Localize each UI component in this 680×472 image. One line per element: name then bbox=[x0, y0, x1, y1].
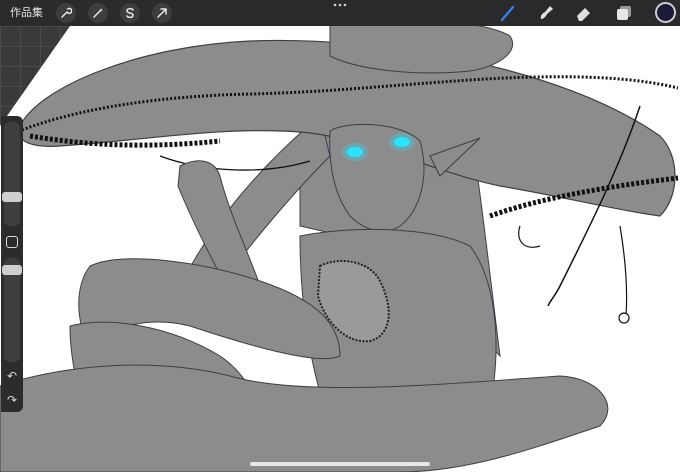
artwork-canvas[interactable] bbox=[0, 26, 680, 472]
smudge-icon[interactable] bbox=[536, 3, 556, 23]
left-sidebar: ↶ ↷ bbox=[1, 116, 23, 412]
cord-charm bbox=[618, 312, 630, 324]
brush-size-thumb[interactable] bbox=[2, 192, 22, 202]
selection-s-icon[interactable] bbox=[120, 3, 140, 23]
hat-crown bbox=[329, 26, 513, 74]
gallery-button[interactable]: 作品集 bbox=[10, 4, 43, 22]
layers-icon[interactable] bbox=[614, 3, 634, 23]
home-indicator[interactable] bbox=[250, 462, 430, 466]
magic-wand-icon[interactable] bbox=[88, 3, 108, 23]
brush-icon[interactable] bbox=[498, 3, 518, 23]
transform-arrow-icon[interactable] bbox=[152, 3, 172, 23]
top-toolbar: 作品集 bbox=[0, 0, 680, 26]
more-dots-icon[interactable] bbox=[333, 2, 347, 8]
opacity-thumb[interactable] bbox=[2, 265, 22, 275]
wrench-icon[interactable] bbox=[56, 3, 76, 23]
undo-icon[interactable]: ↶ bbox=[4, 368, 20, 384]
eye-left-halo bbox=[342, 143, 368, 161]
eye-right-halo bbox=[389, 133, 415, 151]
brush-size-slider[interactable] bbox=[4, 122, 20, 226]
square-modify-icon[interactable] bbox=[6, 236, 18, 248]
eraser-icon[interactable] bbox=[574, 3, 594, 23]
color-swatch[interactable] bbox=[655, 2, 676, 23]
canvas-area[interactable] bbox=[0, 26, 680, 472]
redo-icon[interactable]: ↷ bbox=[4, 392, 20, 408]
